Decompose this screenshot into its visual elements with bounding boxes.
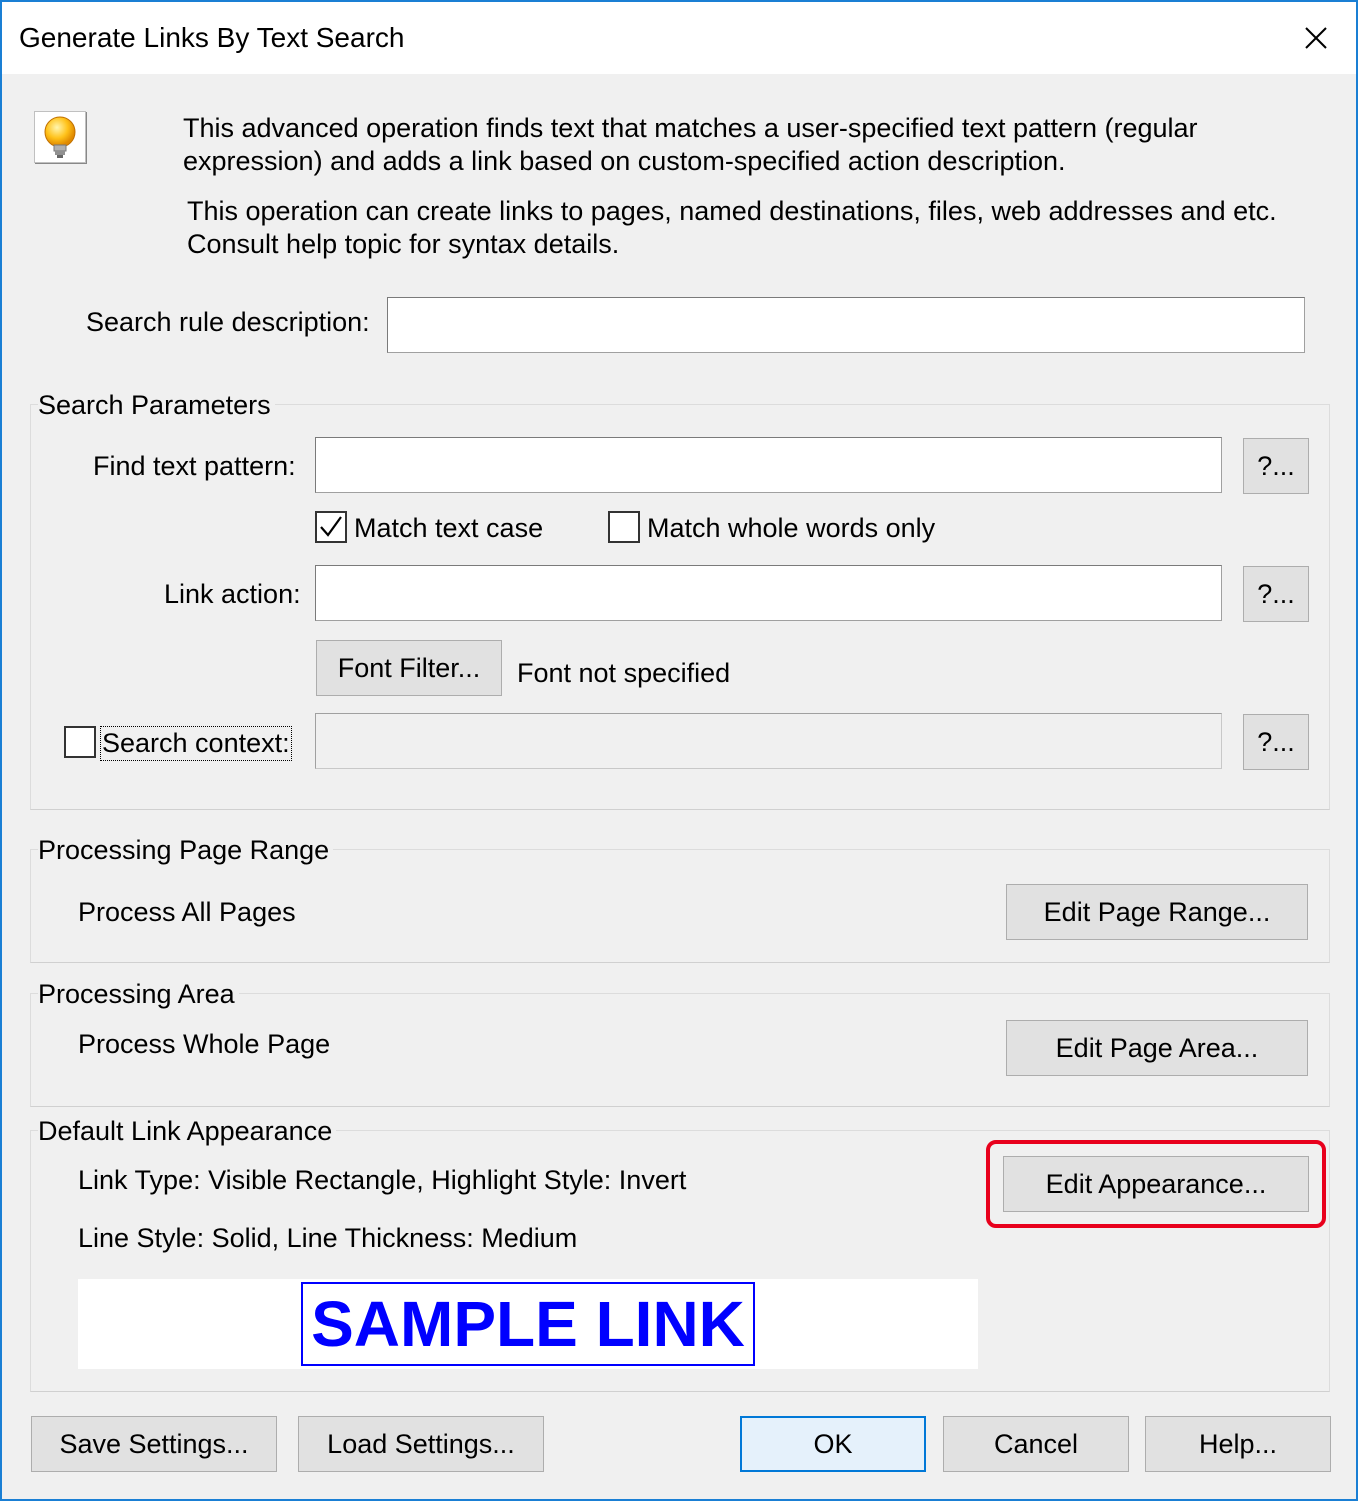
- intro-line-3: This operation can create links to pages…: [187, 196, 1277, 226]
- link-action-help-button[interactable]: ?...: [1243, 566, 1309, 622]
- match-case-checkbox[interactable]: [315, 511, 347, 543]
- sample-link: SAMPLE LINK: [301, 1282, 755, 1366]
- checkmark-icon: [320, 516, 342, 537]
- rule-description-input[interactable]: [387, 297, 1305, 353]
- edit-page-range-button[interactable]: Edit Page Range...: [1006, 884, 1308, 940]
- title-bar: Generate Links By Text Search: [2, 2, 1356, 74]
- search-parameters-label: Search Parameters: [38, 390, 275, 421]
- intro-line-1: This advanced operation finds text that …: [183, 113, 1198, 143]
- line-style-text: Line Style: Solid, Line Thickness: Mediu…: [78, 1223, 578, 1253]
- dialog-window: Generate Links By Text Search This advan: [0, 0, 1358, 1501]
- annotation-highlight: [986, 1140, 1326, 1228]
- intro-line-4: Consult help topic for syntax details.: [187, 229, 620, 259]
- close-button[interactable]: [1276, 2, 1356, 74]
- search-context-help-button[interactable]: ?...: [1243, 714, 1309, 770]
- font-filter-button[interactable]: Font Filter...: [316, 640, 502, 696]
- edit-page-area-button[interactable]: Edit Page Area...: [1006, 1020, 1308, 1076]
- link-appearance-label: Default Link Appearance: [38, 1116, 337, 1147]
- find-pattern-input[interactable]: [315, 437, 1222, 493]
- whole-words-checkbox[interactable]: [608, 511, 640, 543]
- link-type-text: Link Type: Visible Rectangle, Highlight …: [78, 1165, 687, 1195]
- search-context-label[interactable]: Search context:: [100, 726, 292, 761]
- find-pattern-label: Find text pattern:: [93, 451, 296, 481]
- find-pattern-help-button[interactable]: ?...: [1243, 438, 1309, 494]
- intro-line-2: expression) and adds a link based on cus…: [183, 146, 1066, 176]
- link-action-label: Link action:: [164, 579, 301, 609]
- window-title: Generate Links By Text Search: [19, 22, 405, 53]
- help-button[interactable]: Help...: [1145, 1416, 1331, 1472]
- match-case-label[interactable]: Match text case: [354, 513, 543, 544]
- sample-preview: SAMPLE LINK: [78, 1279, 978, 1369]
- ok-button[interactable]: OK: [740, 1416, 926, 1472]
- whole-words-label[interactable]: Match whole words only: [647, 513, 935, 544]
- save-settings-button[interactable]: Save Settings...: [31, 1416, 277, 1472]
- processing-area-label: Processing Area: [38, 979, 239, 1010]
- search-context-checkbox[interactable]: [64, 726, 96, 758]
- rule-description-label: Search rule description:: [86, 307, 370, 337]
- page-range-value: Process All Pages: [78, 897, 296, 927]
- lightbulb-icon: [34, 111, 86, 163]
- cancel-button[interactable]: Cancel: [943, 1416, 1129, 1472]
- processing-area-value: Process Whole Page: [78, 1029, 331, 1059]
- link-action-input[interactable]: [315, 565, 1222, 621]
- font-status-text: Font not specified: [517, 658, 731, 688]
- load-settings-button[interactable]: Load Settings...: [298, 1416, 544, 1472]
- search-context-input[interactable]: [315, 713, 1222, 769]
- close-icon: [1305, 27, 1327, 49]
- page-range-label: Processing Page Range: [38, 835, 334, 866]
